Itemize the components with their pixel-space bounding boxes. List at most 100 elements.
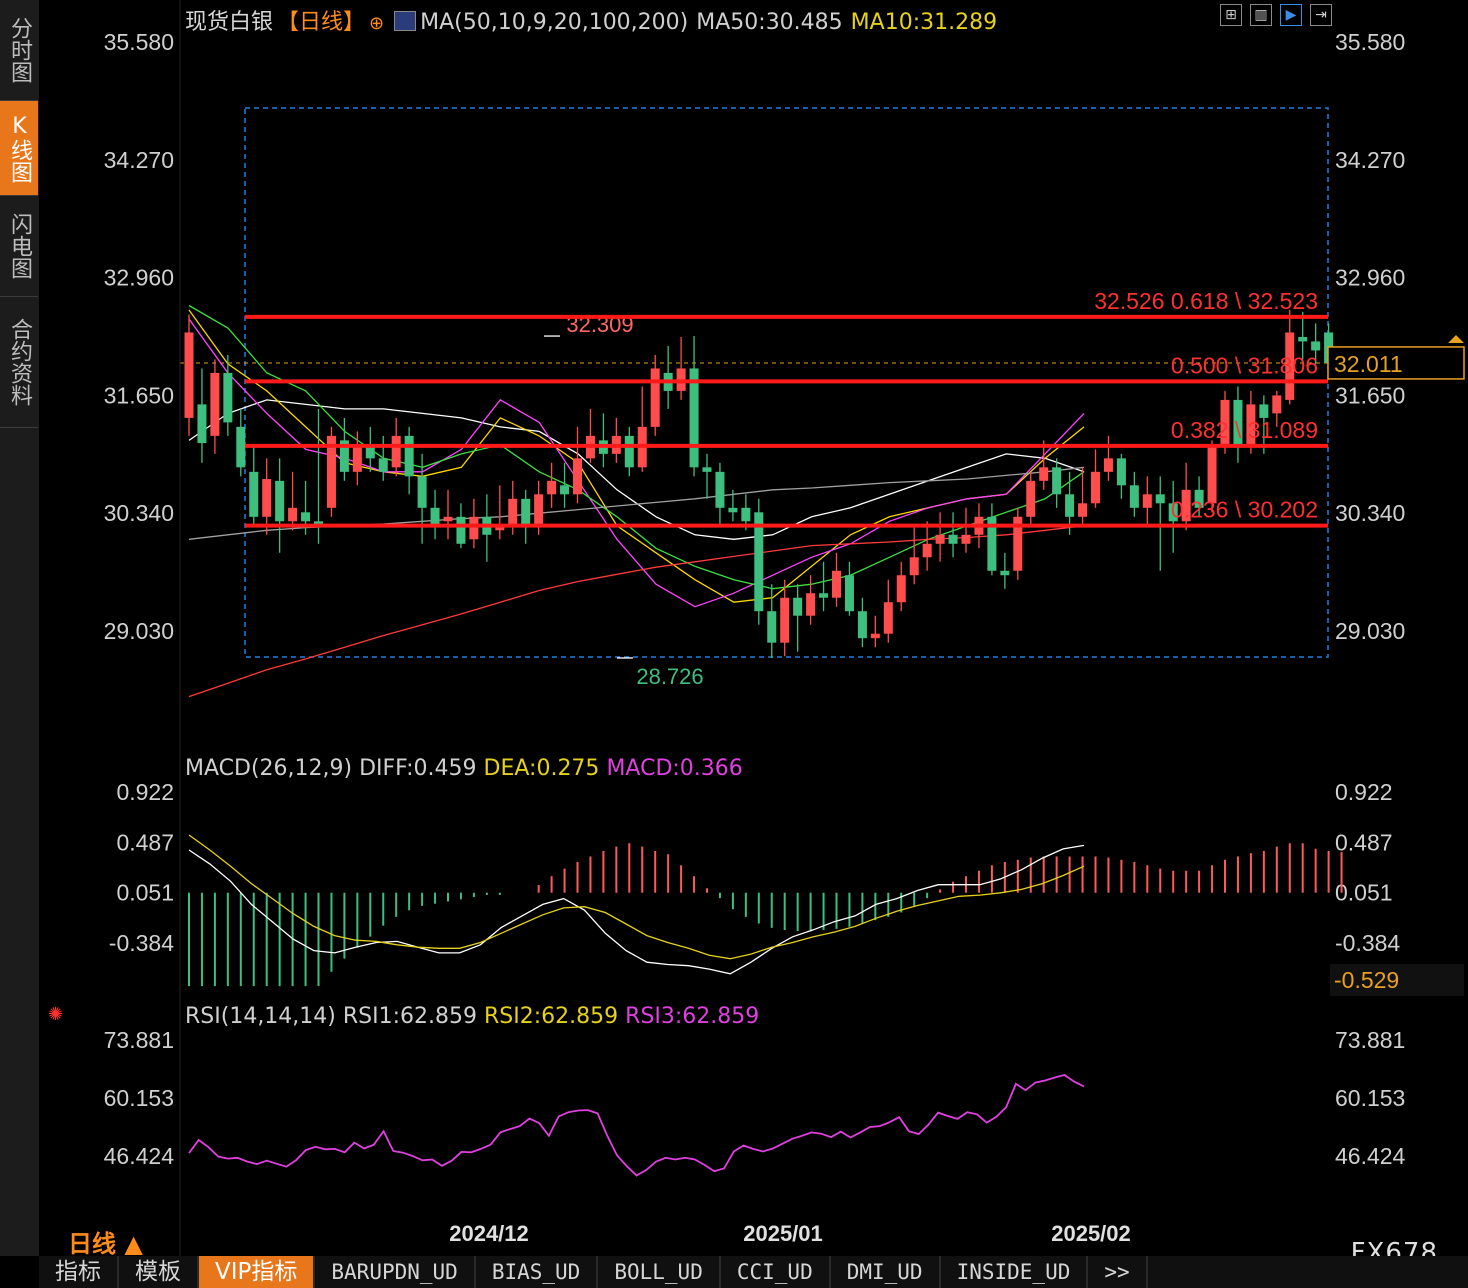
candle-body bbox=[1026, 480, 1036, 517]
price-tick-left: 30.340 bbox=[104, 500, 174, 526]
candle-body bbox=[184, 332, 194, 418]
candle-body bbox=[1091, 471, 1100, 504]
candle-body bbox=[1039, 467, 1049, 481]
period-bracket[interactable]: 【日线】 bbox=[277, 10, 365, 35]
price-header: 现货白银 【日线】 ⊕ MA(50,10,9,20,100,200) MA50:30.4… bbox=[185, 4, 1005, 36]
add-icon[interactable]: ⊕ bbox=[369, 13, 384, 34]
candle-body bbox=[1155, 494, 1165, 504]
price-tick-right: 29.030 bbox=[1335, 618, 1405, 644]
price-tick-left: 35.580 bbox=[104, 29, 174, 55]
candle-body bbox=[301, 512, 311, 522]
candle-body bbox=[210, 372, 220, 436]
tab-cci[interactable]: CCI_UD bbox=[721, 1256, 831, 1288]
ma10-value: MA10:31.289 bbox=[850, 10, 998, 35]
tab-more[interactable]: >> bbox=[1088, 1256, 1148, 1288]
fib-label: 32.526 0.618 \ 32.523 bbox=[1094, 288, 1318, 314]
fib-label: 0.382 \ 31.089 bbox=[1171, 417, 1318, 443]
candle-body bbox=[948, 534, 958, 544]
fib-label: 0.500 \ 31.806 bbox=[1171, 352, 1318, 378]
price-tick-right: 31.650 bbox=[1335, 382, 1405, 408]
rsi-tick-left: 60.153 bbox=[104, 1085, 174, 1111]
candle-body bbox=[806, 593, 816, 616]
rsi-tick-right: 46.424 bbox=[1335, 1143, 1406, 1169]
ma-line bbox=[188, 318, 1085, 608]
price-tick-right: 34.270 bbox=[1335, 147, 1405, 173]
bar-chart-icon[interactable]: ▥ bbox=[1250, 4, 1272, 26]
candle-body bbox=[391, 435, 401, 468]
up-arrow-icon bbox=[1448, 334, 1464, 343]
candle-body bbox=[1142, 494, 1152, 508]
candle-body bbox=[935, 534, 945, 544]
candle-body bbox=[1065, 494, 1075, 517]
candle-body bbox=[443, 516, 453, 522]
macd-tick-left: -0.384 bbox=[109, 930, 174, 956]
candle-body bbox=[573, 458, 582, 495]
ma-line bbox=[188, 309, 1085, 603]
price-tick-right: 32.960 bbox=[1335, 265, 1405, 291]
step-forward-icon[interactable]: ⇥ bbox=[1310, 4, 1332, 26]
x-axis-label: 2025/01 bbox=[743, 1221, 823, 1246]
candle-body bbox=[288, 507, 298, 522]
rsi-tick-left: 46.424 bbox=[104, 1143, 175, 1169]
candle-body bbox=[1272, 395, 1282, 414]
settings-icon[interactable]: ✺ bbox=[48, 1004, 63, 1025]
tab-bias[interactable]: BIAS_UD bbox=[476, 1256, 599, 1288]
rsi1-value: RSI1:62.859 bbox=[342, 1004, 478, 1029]
candle-body bbox=[780, 597, 790, 643]
macd-dea-line bbox=[188, 834, 1085, 960]
period-label[interactable]: 日线 ▲ bbox=[68, 1224, 143, 1259]
tab-indicator[interactable]: 指标 bbox=[39, 1256, 119, 1288]
candle-body bbox=[1207, 444, 1217, 504]
macd-diff-line bbox=[188, 844, 1085, 975]
grid-icon[interactable]: ⊞ bbox=[1220, 4, 1242, 26]
candle-body bbox=[793, 597, 803, 616]
candle-body bbox=[1129, 485, 1139, 508]
tab-boll[interactable]: BOLL_UD bbox=[598, 1256, 721, 1288]
play-icon[interactable]: ▶ bbox=[1280, 4, 1302, 26]
candle-body bbox=[456, 516, 466, 544]
candle-body bbox=[961, 534, 971, 544]
price-tick-left: 31.650 bbox=[104, 382, 174, 408]
candle-body bbox=[534, 494, 544, 526]
candle-body bbox=[715, 471, 725, 508]
candle-body bbox=[883, 602, 893, 634]
candle-body bbox=[857, 611, 867, 639]
candle-body bbox=[896, 575, 906, 603]
macd-tick-left: 0.051 bbox=[116, 880, 174, 906]
rsi-line bbox=[188, 1074, 1085, 1177]
candle-body bbox=[521, 498, 531, 526]
ma-line bbox=[188, 399, 1085, 540]
tab-inside[interactable]: INSIDE_UD bbox=[941, 1256, 1089, 1288]
candle-body bbox=[1311, 341, 1321, 351]
rsi-tick-right: 60.153 bbox=[1335, 1085, 1405, 1111]
candle-body bbox=[417, 476, 427, 508]
x-axis-label: 2024/12 bbox=[449, 1221, 529, 1246]
candle-body bbox=[352, 444, 362, 472]
candle-body bbox=[430, 507, 440, 526]
bottom-tabs: 指标 模板 VIP指标 BARUPDN_UD BIAS_UD BOLL_UD C… bbox=[39, 1256, 1468, 1288]
rsi3-value: RSI3:62.859 bbox=[625, 1004, 760, 1029]
tab-dmi[interactable]: DMI_UD bbox=[831, 1256, 941, 1288]
macd-title: MACD(26,12,9) bbox=[185, 756, 353, 781]
macd-header: MACD(26,12,9) DIFF:0.459 DEA:0.275 MACD:… bbox=[185, 756, 743, 781]
macd-tick-left: 0.487 bbox=[116, 829, 174, 855]
candle-body bbox=[909, 557, 919, 576]
candle-body bbox=[1078, 503, 1088, 517]
x-axis-label: 2025/02 bbox=[1051, 1221, 1131, 1246]
candle-body bbox=[650, 368, 660, 427]
low-label: 28.726 bbox=[636, 664, 703, 689]
candle-body bbox=[728, 507, 738, 513]
candle-body bbox=[624, 435, 634, 468]
candle-body bbox=[1298, 336, 1308, 342]
candle-body bbox=[197, 404, 207, 444]
tab-template[interactable]: 模板 bbox=[119, 1256, 199, 1288]
tab-vip[interactable]: VIP指标 bbox=[199, 1256, 316, 1288]
indicator-icon[interactable] bbox=[394, 11, 417, 31]
candle-body bbox=[378, 458, 388, 472]
tab-barupdn[interactable]: BARUPDN_UD bbox=[315, 1256, 476, 1288]
candle-body bbox=[404, 435, 414, 477]
macd-tick-right: 0.487 bbox=[1335, 829, 1393, 855]
candle-body bbox=[832, 570, 841, 598]
current-price-label: 32.011 bbox=[1334, 351, 1403, 377]
price-tick-right: 30.340 bbox=[1335, 500, 1405, 526]
